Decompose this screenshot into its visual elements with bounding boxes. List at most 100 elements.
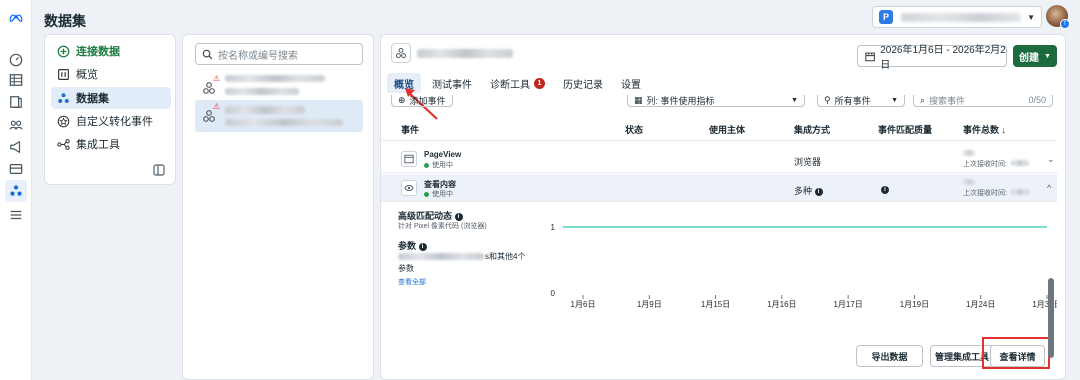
audience-icon[interactable] [8,117,24,133]
quality-info-icon[interactable]: i [881,184,889,196]
event-chart: 011月6日1月9日1月15日1月16日1月17日1月19日1月24日1月30日 [551,223,1057,309]
table-row[interactable]: PageView 使用中 浏览器 上次接收时间: ⌄ [381,145,1057,173]
event-method-label: 多种 [794,186,813,196]
columns-label: 列: 事件使用指标 [646,95,715,106]
info-icon[interactable]: i [418,242,427,251]
event-detail: 高级匹配动态 i 针对 Pixel 像素代码 (浏览器) 参数 i s和其他4个… [381,205,1057,379]
browser-icon [401,151,417,167]
status-dot [424,162,429,168]
tab-diagnostics[interactable]: 诊断工具 1 [483,73,552,93]
meta-logo-icon[interactable] [8,10,24,26]
campaign-icon[interactable] [8,139,24,155]
nav-item-integrations[interactable]: 集成工具 [51,133,171,155]
col-method[interactable]: 集成方式 [794,123,830,136]
nav-item-label: 数据集 [76,93,109,105]
dashboard-icon[interactable] [8,52,24,68]
info-icon[interactable]: i [814,187,823,196]
nav-item-connect-data[interactable]: 连接数据 [51,40,171,62]
tab-label: 设置 [621,79,641,91]
chevron-down-icon: ▼ [791,96,798,104]
search-placeholder: 按名称或编号搜索 [218,50,298,62]
create-button[interactable]: 创建 ▼ [1013,45,1057,67]
col-event[interactable]: 事件 [401,123,419,136]
info-icon[interactable]: i [454,212,463,221]
tab-history[interactable]: 历史记录 [556,73,610,93]
plus-circle-icon [57,45,70,57]
all-events-select[interactable]: ⚲ 所有事件 ▼ [817,95,905,107]
add-event-button[interactable]: ⊕ 添加事件 [391,95,453,107]
redacted-time [1011,160,1029,166]
table-icon[interactable] [8,72,24,88]
event-status-label: 使用中 [432,162,453,169]
nav-item-custom-conversions[interactable]: 自定义转化事件 [51,110,171,132]
event-method: 浏览器 [794,157,822,167]
datasets-icon [58,92,69,103]
x-tick-label: 1月6日 [571,300,596,309]
col-user[interactable]: 使用主体 [709,123,745,136]
calendar-icon [865,52,875,61]
annotation-highlight-box [982,337,1050,369]
table-row-expanded[interactable]: 查看内容 使用中 多种 i i 上次接收时间: ^ [381,174,1057,202]
create-label: 创建 [1019,52,1040,64]
event-search-input[interactable]: ⌕ 搜索事件 0/50 [913,95,1053,107]
scrollbar-thumb[interactable] [1048,278,1054,358]
event-status-label: 使用中 [432,191,453,198]
add-event-label: 添加事件 [409,95,446,106]
tab-settings[interactable]: 设置 [614,73,648,93]
nav-item-datasets[interactable]: 数据集 [51,87,171,109]
menu-icon[interactable] [8,207,24,223]
all-events-label: 所有事件 [834,95,871,106]
account-selector[interactable]: P ▼ [872,6,1042,28]
date-range-text: 2026年1月6日 - 2026年2月2日 [880,45,1006,71]
facebook-badge-icon: f [1060,19,1070,29]
columns-icon: ▦ [634,95,643,105]
export-data-button[interactable]: 导出数据 [856,345,923,367]
account-badge: P [879,10,893,24]
event-search-placeholder: 搜索事件 [929,95,966,106]
x-tick-label: 1月19日 [900,300,929,309]
x-tick-label: 1月16日 [767,300,796,309]
chevron-down-icon: ▼ [1027,13,1035,22]
dataset-list: 按名称或编号搜索 ⚠ ⚠ [182,34,374,380]
nav-item-label: 自定义转化事件 [76,116,153,128]
redacted-params [398,253,484,260]
redacted-count [963,179,975,185]
search-input[interactable]: 按名称或编号搜索 [195,43,363,65]
billing-icon[interactable] [8,161,24,177]
view-all-link[interactable]: 查看全部 [398,277,426,287]
event-name: PageView [424,150,462,159]
columns-select[interactable]: ▦ 列: 事件使用指标 ▼ [627,95,805,107]
dataset-row-selected[interactable]: ⚠ [195,100,363,132]
filter-icon: ⚲ [824,95,831,105]
event-last-received: 上次接收时间: [963,161,1007,168]
x-tick-label: 1月15日 [701,300,730,309]
col-status[interactable]: 状态 [625,123,643,136]
dataset-name-redacted [417,49,513,58]
col-quality[interactable]: 事件匹配质量 [878,123,932,136]
overview-icon [58,68,69,80]
nav-item-label: 连接数据 [76,46,120,58]
event-status: 使用中 [424,189,453,199]
diagnostics-count-badge: 1 [534,77,545,89]
event-last-received: 上次接收时间: [963,190,1007,197]
collapse-panel-icon[interactable] [153,164,165,176]
scrollbar[interactable] [1048,110,1054,370]
pages-icon[interactable] [8,94,24,110]
nav-item-overview[interactable]: 概览 [51,63,171,85]
col-total[interactable]: 事件总数 ↓ [963,123,1006,136]
params-title-text: 参数 [398,241,417,251]
redacted-text [225,106,305,114]
date-range-picker[interactable]: 2026年1月6日 - 2026年2月2日 [857,45,1007,71]
tab-label: 历史记录 [563,79,603,91]
redacted-time [1011,189,1029,195]
amd-subtitle: 针对 Pixel 像素代码 (浏览器) [398,223,487,230]
search-icon: ⌕ [920,95,926,105]
integration-icon [57,138,70,150]
x-tick-label: 1月17日 [833,300,862,309]
datasets-icon[interactable] [5,180,27,202]
event-method: 多种 i [794,184,823,197]
x-tick-label: 1月9日 [637,300,662,309]
redacted-text [225,75,325,82]
dataset-icon [202,109,216,123]
avatar[interactable]: f [1046,5,1070,29]
